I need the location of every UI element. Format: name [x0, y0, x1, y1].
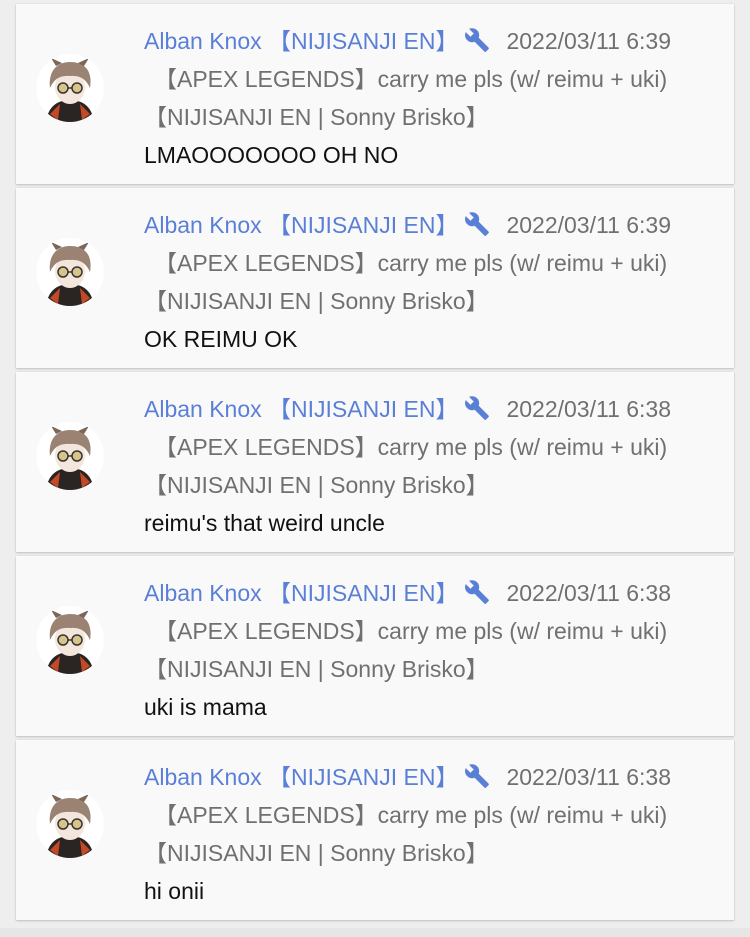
- wrench-icon: [464, 211, 490, 237]
- avatar[interactable]: [36, 606, 104, 674]
- timestamp: 2022/03/11 6:38: [506, 764, 672, 790]
- avatar[interactable]: [36, 54, 104, 122]
- avatar[interactable]: [36, 422, 104, 490]
- wrench-icon: [464, 763, 490, 789]
- comment-message: reimu's that weird uncle: [144, 510, 385, 536]
- timestamp: 2022/03/11 6:38: [506, 580, 672, 606]
- comment-message: OK REIMU OK: [144, 326, 298, 352]
- video-title[interactable]: 【APEX LEGENDS】carry me pls (w/ reimu + u…: [144, 618, 667, 682]
- comment-message: LMAOOOOOOO OH NO: [144, 142, 399, 168]
- comment-message: uki is mama: [144, 694, 267, 720]
- list-bottom-edge: [0, 928, 750, 937]
- comment-body: Alban Knox 【NIJISANJI EN】 2022/03/11 6:38…: [144, 758, 720, 910]
- comment-list: Alban Knox 【NIJISANJI EN】 2022/03/11 6:39…: [0, 0, 750, 937]
- video-title[interactable]: 【APEX LEGENDS】carry me pls (w/ reimu + u…: [144, 250, 667, 314]
- timestamp: 2022/03/11 6:39: [506, 212, 672, 238]
- comment-card: Alban Knox 【NIJISANJI EN】 2022/03/11 6:39…: [16, 188, 734, 368]
- avatar[interactable]: [36, 238, 104, 306]
- timestamp: 2022/03/11 6:39: [506, 28, 672, 54]
- comment-card: Alban Knox 【NIJISANJI EN】 2022/03/11 6:38…: [16, 556, 734, 736]
- comment-body: Alban Knox 【NIJISANJI EN】 2022/03/11 6:38…: [144, 390, 720, 542]
- video-title[interactable]: 【APEX LEGENDS】carry me pls (w/ reimu + u…: [144, 66, 667, 130]
- wrench-icon: [464, 27, 490, 53]
- wrench-icon: [464, 579, 490, 605]
- comment-card: Alban Knox 【NIJISANJI EN】 2022/03/11 6:39…: [16, 4, 734, 184]
- author-name[interactable]: Alban Knox 【NIJISANJI EN】: [144, 764, 458, 790]
- comment-card: Alban Knox 【NIJISANJI EN】 2022/03/11 6:38…: [16, 372, 734, 552]
- comment-body: Alban Knox 【NIJISANJI EN】 2022/03/11 6:38…: [144, 574, 720, 726]
- author-name[interactable]: Alban Knox 【NIJISANJI EN】: [144, 396, 458, 422]
- video-title[interactable]: 【APEX LEGENDS】carry me pls (w/ reimu + u…: [144, 434, 667, 498]
- author-name[interactable]: Alban Knox 【NIJISANJI EN】: [144, 580, 458, 606]
- comment-card: Alban Knox 【NIJISANJI EN】 2022/03/11 6:38…: [16, 740, 734, 920]
- comment-message: hi onii: [144, 878, 205, 904]
- author-name[interactable]: Alban Knox 【NIJISANJI EN】: [144, 212, 458, 238]
- wrench-icon: [464, 395, 490, 421]
- comment-body: Alban Knox 【NIJISANJI EN】 2022/03/11 6:39…: [144, 22, 720, 174]
- author-name[interactable]: Alban Knox 【NIJISANJI EN】: [144, 28, 458, 54]
- video-title[interactable]: 【APEX LEGENDS】carry me pls (w/ reimu + u…: [144, 802, 667, 866]
- timestamp: 2022/03/11 6:38: [506, 396, 672, 422]
- avatar[interactable]: [36, 790, 104, 858]
- comment-body: Alban Knox 【NIJISANJI EN】 2022/03/11 6:39…: [144, 206, 720, 358]
